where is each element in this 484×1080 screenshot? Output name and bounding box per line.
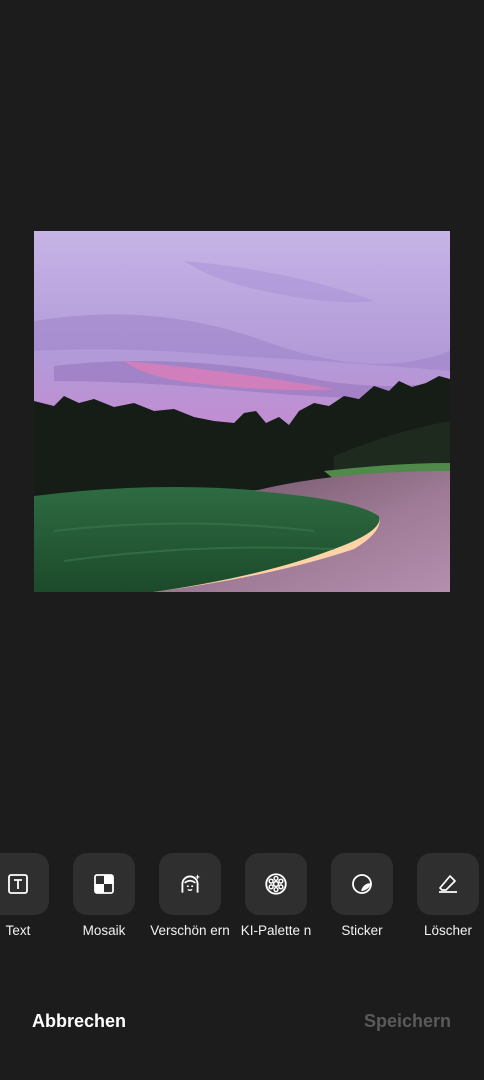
edit-tools-bar: Text Mosaik Verschön ern KI-Palette n St… <box>0 853 484 963</box>
tool-ai-palette[interactable]: KI-Palette n <box>236 853 316 939</box>
tool-eraser-tile[interactable] <box>417 853 479 915</box>
tool-mosaic-label: Mosaik <box>82 923 126 938</box>
mosaic-icon <box>94 874 114 894</box>
tool-text-label: Text <box>5 923 31 938</box>
face-beautify-icon <box>181 874 201 893</box>
tool-mosaic[interactable]: Mosaik <box>64 853 144 939</box>
tool-mosaic-tile[interactable] <box>73 853 135 915</box>
edited-photo[interactable] <box>34 231 450 592</box>
save-button[interactable]: Speichern <box>364 1011 451 1032</box>
tool-beautify-label: Verschön ern <box>150 923 230 938</box>
cancel-button[interactable]: Abbrechen <box>32 1011 126 1032</box>
tool-ai-palette-tile[interactable] <box>245 853 307 915</box>
eraser-icon <box>439 875 457 893</box>
tool-eraser[interactable]: Löscher <box>408 853 484 939</box>
tool-sticker-label: Sticker <box>341 923 383 938</box>
palette-wheel-icon <box>265 873 287 895</box>
tool-sticker-tile[interactable] <box>331 853 393 915</box>
tool-eraser-label: Löscher <box>423 923 473 938</box>
tool-text-tile[interactable] <box>0 853 49 915</box>
tool-sticker[interactable]: Sticker <box>322 853 402 939</box>
sticker-icon <box>352 874 372 894</box>
tool-ai-palette-label: KI-Palette n <box>240 923 312 938</box>
text-icon <box>8 874 28 894</box>
bottom-action-bar: Abbrechen Speichern <box>0 995 484 1051</box>
tool-beautify-tile[interactable] <box>159 853 221 915</box>
tool-text[interactable]: Text <box>0 853 58 939</box>
tool-beautify[interactable]: Verschön ern <box>150 853 230 939</box>
